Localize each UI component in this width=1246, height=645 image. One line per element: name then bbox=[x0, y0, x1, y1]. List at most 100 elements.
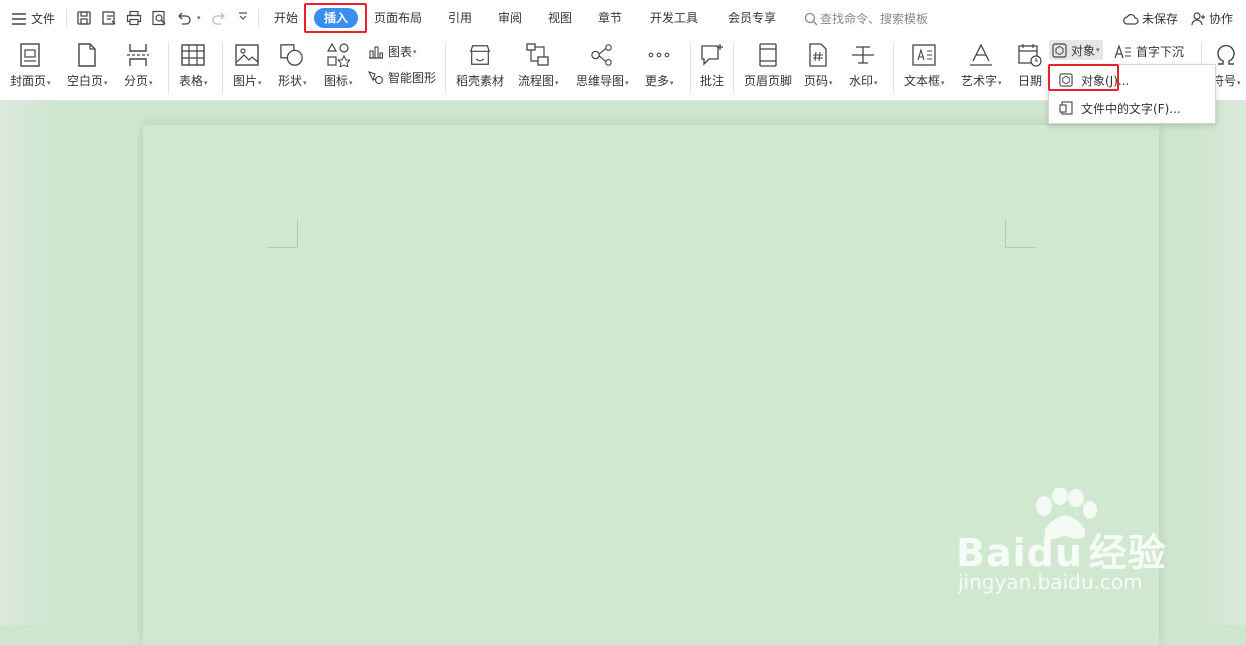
menu-item-label: 文件中的文字(F)... bbox=[1081, 101, 1181, 116]
smartart-button[interactable]: 智能图形 bbox=[368, 69, 436, 86]
wordart-button[interactable]: 艺术字▾ bbox=[961, 42, 1002, 89]
table-icon bbox=[181, 44, 205, 66]
undo-icon[interactable] bbox=[176, 10, 192, 26]
tab-section[interactable]: 章节 bbox=[598, 8, 622, 28]
tab-member[interactable]: 会员专享 bbox=[728, 8, 776, 28]
flowchart-label: 流程图 bbox=[518, 74, 555, 88]
chevron-down-icon: ▾ bbox=[413, 47, 417, 56]
smartart-icon bbox=[368, 70, 384, 84]
search-placeholder: 查找命令、搜索模板 bbox=[820, 12, 929, 26]
blank-page-button[interactable]: 空白页▾ bbox=[67, 42, 108, 89]
page-number-icon bbox=[809, 43, 827, 67]
comment-label: 批注 bbox=[700, 74, 725, 88]
chevron-down-icon: ▾ bbox=[829, 79, 833, 87]
omega-symbol-icon bbox=[1217, 44, 1235, 65]
divider bbox=[445, 42, 446, 94]
header-footer-button[interactable]: 页眉页脚 bbox=[744, 42, 792, 89]
material-store-icon bbox=[469, 45, 491, 65]
chart-label: 图表 bbox=[388, 45, 413, 59]
more-dots-icon bbox=[648, 52, 670, 58]
comment-button[interactable]: 批注 bbox=[700, 42, 724, 89]
export-pdf-icon[interactable] bbox=[101, 10, 117, 26]
more-button[interactable]: 更多▾ bbox=[645, 42, 674, 89]
bar-chart-icon bbox=[369, 45, 384, 59]
icon-library-label: 图标 bbox=[324, 74, 349, 88]
hamburger-icon bbox=[12, 12, 26, 25]
redo-icon[interactable] bbox=[211, 10, 227, 26]
customize-quick-access-icon[interactable] bbox=[238, 12, 248, 22]
picture-button[interactable]: 图片▾ bbox=[233, 42, 262, 89]
tab-view[interactable]: 视图 bbox=[548, 8, 572, 28]
chevron-down-icon: ▾ bbox=[204, 79, 208, 87]
object-icon bbox=[1052, 42, 1067, 58]
undo-dropdown-caret-icon[interactable]: ▾ bbox=[197, 14, 201, 22]
page-number-label: 页码 bbox=[804, 74, 829, 88]
chevron-down-icon: ▾ bbox=[258, 79, 262, 87]
highlight-box-insert-tab bbox=[304, 3, 367, 33]
file-menu-button[interactable]: 文件 bbox=[12, 10, 55, 27]
command-search[interactable]: 查找命令、搜索模板 bbox=[804, 10, 928, 27]
chevron-down-icon: ▾ bbox=[1237, 79, 1241, 87]
watermark-brand-right: 经验 bbox=[1088, 531, 1167, 575]
blank-page-label: 空白页 bbox=[67, 74, 104, 88]
date-label: 日期 bbox=[1018, 74, 1043, 88]
header-footer-label: 页眉页脚 bbox=[744, 74, 793, 88]
material-label: 稻壳素材 bbox=[456, 74, 505, 88]
table-button[interactable]: 表格▾ bbox=[179, 42, 208, 89]
chevron-down-icon: ▾ bbox=[670, 79, 674, 87]
cloud-icon bbox=[1123, 13, 1139, 25]
flowchart-button[interactable]: 流程图▾ bbox=[518, 42, 559, 89]
tab-review[interactable]: 审阅 bbox=[498, 8, 522, 28]
cover-page-label: 封面页 bbox=[10, 74, 47, 88]
textbox-button[interactable]: 文本框▾ bbox=[904, 42, 945, 89]
icon-library-button[interactable]: 图标▾ bbox=[324, 42, 353, 89]
watermark-brand-left: Bai bbox=[956, 531, 1027, 575]
shape-icon bbox=[280, 44, 304, 66]
page-number-button[interactable]: 页码▾ bbox=[804, 42, 833, 89]
object-dropdown-button[interactable]: 对象 ▾ bbox=[1049, 40, 1103, 60]
icon-library-icon bbox=[327, 43, 351, 67]
tab-home[interactable]: 开始 bbox=[274, 8, 298, 28]
collaborate-button[interactable]: 协作 bbox=[1191, 10, 1233, 27]
chevron-down-icon: ▾ bbox=[625, 79, 629, 87]
divider bbox=[733, 42, 734, 94]
dropcap-label: 首字下沉 bbox=[1136, 45, 1185, 59]
chevron-down-icon: ▾ bbox=[104, 79, 108, 87]
highlight-box-object-item bbox=[1048, 64, 1119, 91]
divider bbox=[222, 42, 223, 94]
chevron-down-icon: ▾ bbox=[303, 79, 307, 87]
shape-button[interactable]: 形状▾ bbox=[278, 42, 307, 89]
print-icon[interactable] bbox=[126, 10, 142, 26]
watermark-button[interactable]: 水印▾ bbox=[849, 42, 878, 89]
cover-page-button[interactable]: 封面页▾ bbox=[10, 42, 51, 89]
cover-page-icon bbox=[20, 43, 40, 67]
wordart-icon bbox=[970, 43, 993, 66]
mindmap-label: 思维导图 bbox=[576, 74, 625, 88]
dropcap-button[interactable]: 首字下沉 bbox=[1114, 43, 1184, 60]
comment-icon bbox=[701, 44, 723, 66]
chart-button[interactable]: 图表 ▾ bbox=[368, 43, 417, 60]
tab-developer[interactable]: 开发工具 bbox=[650, 8, 698, 28]
page-break-button[interactable]: 分页▾ bbox=[124, 42, 153, 89]
chevron-down-icon: ▾ bbox=[47, 79, 51, 87]
textbox-label: 文本框 bbox=[904, 74, 941, 88]
more-label: 更多 bbox=[645, 74, 670, 88]
symbol-button[interactable]: 符号▾ bbox=[1212, 42, 1241, 89]
divider bbox=[258, 9, 259, 27]
print-preview-icon[interactable] bbox=[151, 10, 167, 26]
watermark-url: jingyan.baidu.com bbox=[958, 570, 1143, 594]
save-icon[interactable] bbox=[76, 10, 92, 26]
header-footer-icon bbox=[759, 43, 777, 67]
tab-page-layout[interactable]: 页面布局 bbox=[374, 8, 422, 28]
shape-label: 形状 bbox=[278, 74, 303, 88]
divider bbox=[690, 42, 691, 94]
menu-item-text-from-file[interactable]: 文件中的文字(F)... bbox=[1049, 95, 1215, 121]
date-button[interactable]: 日期 bbox=[1018, 42, 1042, 89]
mindmap-button[interactable]: 思维导图▾ bbox=[576, 42, 629, 89]
tab-references[interactable]: 引用 bbox=[448, 8, 472, 28]
chevron-down-icon: ▾ bbox=[1096, 46, 1100, 54]
chevron-down-icon: ▾ bbox=[149, 79, 153, 87]
save-status[interactable]: 未保存 bbox=[1123, 10, 1178, 27]
material-button[interactable]: 稻壳素材 bbox=[456, 42, 504, 89]
chevron-down-icon: ▾ bbox=[941, 79, 945, 87]
